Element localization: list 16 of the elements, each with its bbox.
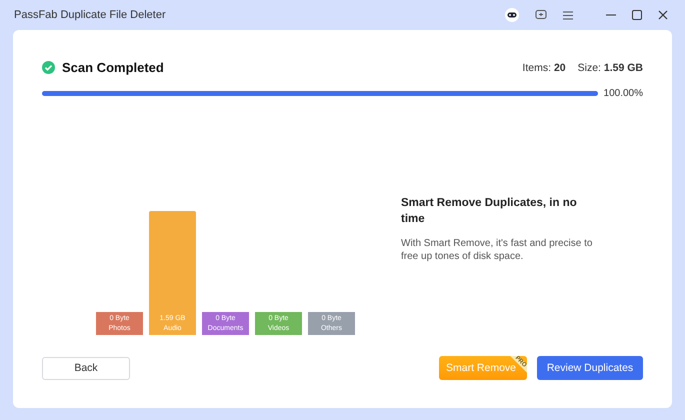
- size-total: Size: 1.59 GB: [578, 62, 643, 74]
- promo-text: With Smart Remove, it's fast and precise to free up tones of disk space.: [401, 237, 594, 263]
- items-count: Items: 20: [522, 62, 566, 74]
- maximize-icon[interactable]: [632, 10, 642, 20]
- window-title: PassFab Duplicate File Deleter: [14, 9, 166, 21]
- feedback-icon[interactable]: [535, 9, 547, 21]
- check-icon: [42, 61, 55, 74]
- scan-status: Scan Completed: [62, 60, 164, 75]
- review-duplicates-button[interactable]: Review Duplicates: [537, 356, 643, 380]
- minimize-icon[interactable]: [606, 14, 616, 16]
- back-button[interactable]: Back: [42, 356, 130, 380]
- progress-percent: 100.00%: [604, 88, 643, 99]
- robot-icon[interactable]: [505, 8, 519, 22]
- close-icon[interactable]: [658, 10, 668, 20]
- menu-icon[interactable]: [563, 10, 573, 20]
- promo-title: Smart Remove Duplicates, in no time: [401, 196, 578, 227]
